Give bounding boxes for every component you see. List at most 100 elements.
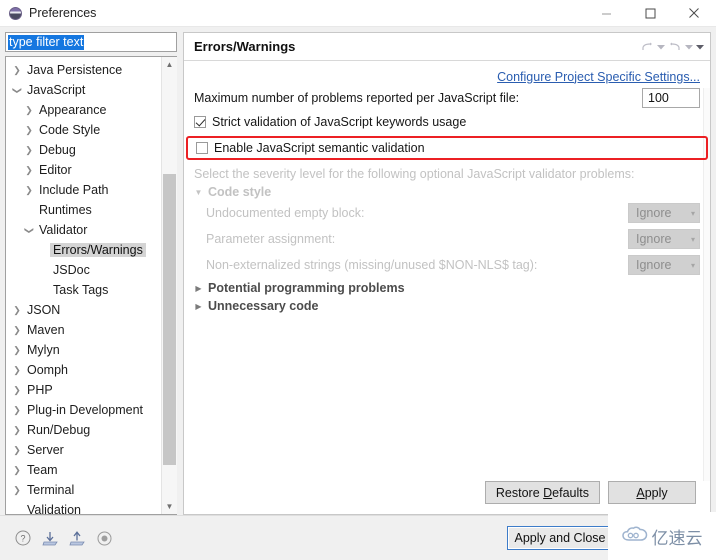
chevron-right-icon[interactable]: ❯ [22, 125, 36, 136]
sidebar-item-label: Appearance [39, 103, 107, 117]
severity-group-header[interactable]: ▼ Code style [194, 185, 700, 199]
severity-select-value: Ignore [636, 232, 672, 246]
chevron-right-icon[interactable]: ❯ [10, 305, 24, 316]
chevron-right-icon[interactable]: ❯ [10, 405, 24, 416]
sidebar-item-debug[interactable]: ❯ Debug [6, 140, 161, 160]
severity-row: Parameter assignment: Ignore ▾ [194, 227, 700, 251]
scroll-up-icon[interactable]: ▲ [162, 57, 177, 72]
pane-header: Errors/Warnings [184, 33, 710, 61]
chevron-right-icon[interactable]: ❯ [10, 385, 24, 396]
sidebar-item-label: Terminal [27, 483, 75, 497]
sidebar-item-maven[interactable]: ❯ Maven [6, 320, 161, 340]
forward-dropdown-icon[interactable] [684, 38, 693, 56]
scroll-down-icon[interactable]: ▼ [162, 499, 177, 514]
sidebar-item-terminal[interactable]: ❯ Terminal [6, 480, 161, 500]
tree-scrollbar[interactable]: ▲ ▼ [161, 57, 177, 514]
chevron-right-icon[interactable]: ❯ [22, 145, 36, 156]
tree-scrollbar-thumb[interactable] [163, 174, 176, 465]
sidebar-item-jsdoc[interactable]: JSDoc [6, 260, 161, 280]
help-icon[interactable]: ? [14, 529, 32, 547]
forward-icon[interactable] [667, 38, 682, 56]
sidebar-item-label: Runtimes [39, 203, 92, 217]
severity-group-header[interactable]: ▶ Potential programming problems [194, 281, 700, 295]
max-problems-row: Maximum number of problems reported per … [194, 87, 700, 109]
sidebar-item-task-tags[interactable]: Task Tags [6, 280, 161, 300]
sidebar-item-plug-in-development[interactable]: ❯ Plug-in Development [6, 400, 161, 420]
sidebar-item-label: Mylyn [27, 343, 60, 357]
severity-row-label: Undocumented empty block: [206, 206, 365, 220]
max-problems-input[interactable]: 100 [642, 88, 700, 108]
sidebar-item-appearance[interactable]: ❯ Appearance [6, 100, 161, 120]
sidebar-item-run-debug[interactable]: ❯ Run/Debug [6, 420, 161, 440]
severity-group-label: Unnecessary code [208, 299, 319, 313]
apply-button[interactable]: Apply [608, 481, 696, 504]
sidebar-item-javascript[interactable]: ❯ JavaScript [6, 80, 161, 100]
sidebar-item-oomph[interactable]: ❯ Oomph [6, 360, 161, 380]
strict-validation-row[interactable]: Strict validation of JavaScript keywords… [194, 112, 700, 132]
chevron-down-icon[interactable]: ▾ [691, 235, 695, 244]
export-icon[interactable] [68, 529, 86, 547]
sidebar-item-code-style[interactable]: ❯ Code Style [6, 120, 161, 140]
disclosure-right-icon[interactable]: ▶ [194, 284, 203, 293]
severity-select[interactable]: Ignore ▾ [628, 203, 700, 223]
tree-scrollbar-track[interactable] [162, 72, 177, 499]
semantic-validation-checkbox[interactable] [196, 142, 208, 154]
chevron-right-icon[interactable]: ❯ [10, 325, 24, 336]
sidebar-item-validator[interactable]: ❯ Validator [6, 220, 161, 240]
sidebar-item-json[interactable]: ❯ JSON [6, 300, 161, 320]
sidebar-item-java-persistence[interactable]: ❯ Java Persistence [6, 60, 161, 80]
window-controls [584, 0, 716, 26]
apply-and-close-button[interactable]: Apply and Close [507, 526, 613, 550]
sidebar-item-label: Include Path [39, 183, 109, 197]
severity-select[interactable]: Ignore ▾ [628, 229, 700, 249]
minimize-icon[interactable] [584, 0, 628, 26]
sidebar-item-team[interactable]: ❯ Team [6, 460, 161, 480]
sidebar-item-errors-warnings[interactable]: Errors/Warnings [6, 240, 161, 260]
severity-select-value: Ignore [636, 206, 672, 220]
strict-validation-checkbox[interactable] [194, 116, 206, 128]
back-dropdown-icon[interactable] [656, 38, 665, 56]
chevron-down-icon[interactable]: ❯ [12, 83, 23, 97]
chevron-right-icon[interactable]: ❯ [22, 105, 36, 116]
chevron-right-icon[interactable]: ❯ [22, 165, 36, 176]
chevron-right-icon[interactable]: ❯ [10, 465, 24, 476]
configure-project-specific-settings-link[interactable]: Configure Project Specific Settings... [497, 70, 700, 84]
menu-dropdown-icon[interactable] [695, 38, 704, 56]
chevron-right-icon[interactable]: ❯ [10, 485, 24, 496]
chevron-down-icon[interactable]: ❯ [24, 223, 35, 237]
chevron-down-icon[interactable]: ▾ [691, 209, 695, 218]
severity-group-header[interactable]: ▶ Unnecessary code [194, 299, 700, 313]
severity-select[interactable]: Ignore ▾ [628, 255, 700, 275]
back-icon[interactable] [639, 38, 654, 56]
disclosure-down-icon[interactable]: ▼ [194, 188, 203, 197]
chevron-right-icon[interactable]: ❯ [10, 445, 24, 456]
chevron-right-icon[interactable]: ❯ [10, 345, 24, 356]
sidebar-item-runtimes[interactable]: Runtimes [6, 200, 161, 220]
sidebar-item-mylyn[interactable]: ❯ Mylyn [6, 340, 161, 360]
semantic-validation-row[interactable]: Enable JavaScript semantic validation [196, 138, 425, 158]
sidebar-item-include-path[interactable]: ❯ Include Path [6, 180, 161, 200]
sidebar-item-php[interactable]: ❯ PHP [6, 380, 161, 400]
sidebar-item-label: PHP [27, 383, 53, 397]
import-icon[interactable] [41, 529, 59, 547]
preferences-tree[interactable]: ❯ Java Persistence ❯ JavaScript ❯ Appearance ❯… [6, 57, 161, 514]
sidebar-item-label: Maven [27, 323, 65, 337]
filter-input[interactable]: type filter text [5, 32, 177, 52]
chevron-right-icon[interactable]: ❯ [10, 425, 24, 436]
sidebar-item-editor[interactable]: ❯ Editor [6, 160, 161, 180]
disclosure-right-icon[interactable]: ▶ [194, 302, 203, 311]
sidebar-item-label: Java Persistence [27, 63, 123, 77]
chevron-right-icon[interactable]: ❯ [10, 65, 24, 76]
close-icon[interactable] [672, 0, 716, 26]
maximize-icon[interactable] [628, 0, 672, 26]
sidebar-item-validation[interactable]: Validation [6, 500, 161, 514]
chevron-right-icon[interactable]: ❯ [22, 185, 36, 196]
watermark-text: 亿速云 [651, 528, 703, 548]
max-problems-label: Maximum number of problems reported per … [194, 91, 520, 105]
chevron-down-icon[interactable]: ▾ [691, 261, 695, 270]
record-icon[interactable] [95, 529, 113, 547]
sidebar-item-server[interactable]: ❯ Server [6, 440, 161, 460]
restore-defaults-button[interactable]: Restore Defaults [484, 481, 600, 504]
sidebar-item-label: Run/Debug [27, 423, 91, 437]
chevron-right-icon[interactable]: ❯ [10, 365, 24, 376]
